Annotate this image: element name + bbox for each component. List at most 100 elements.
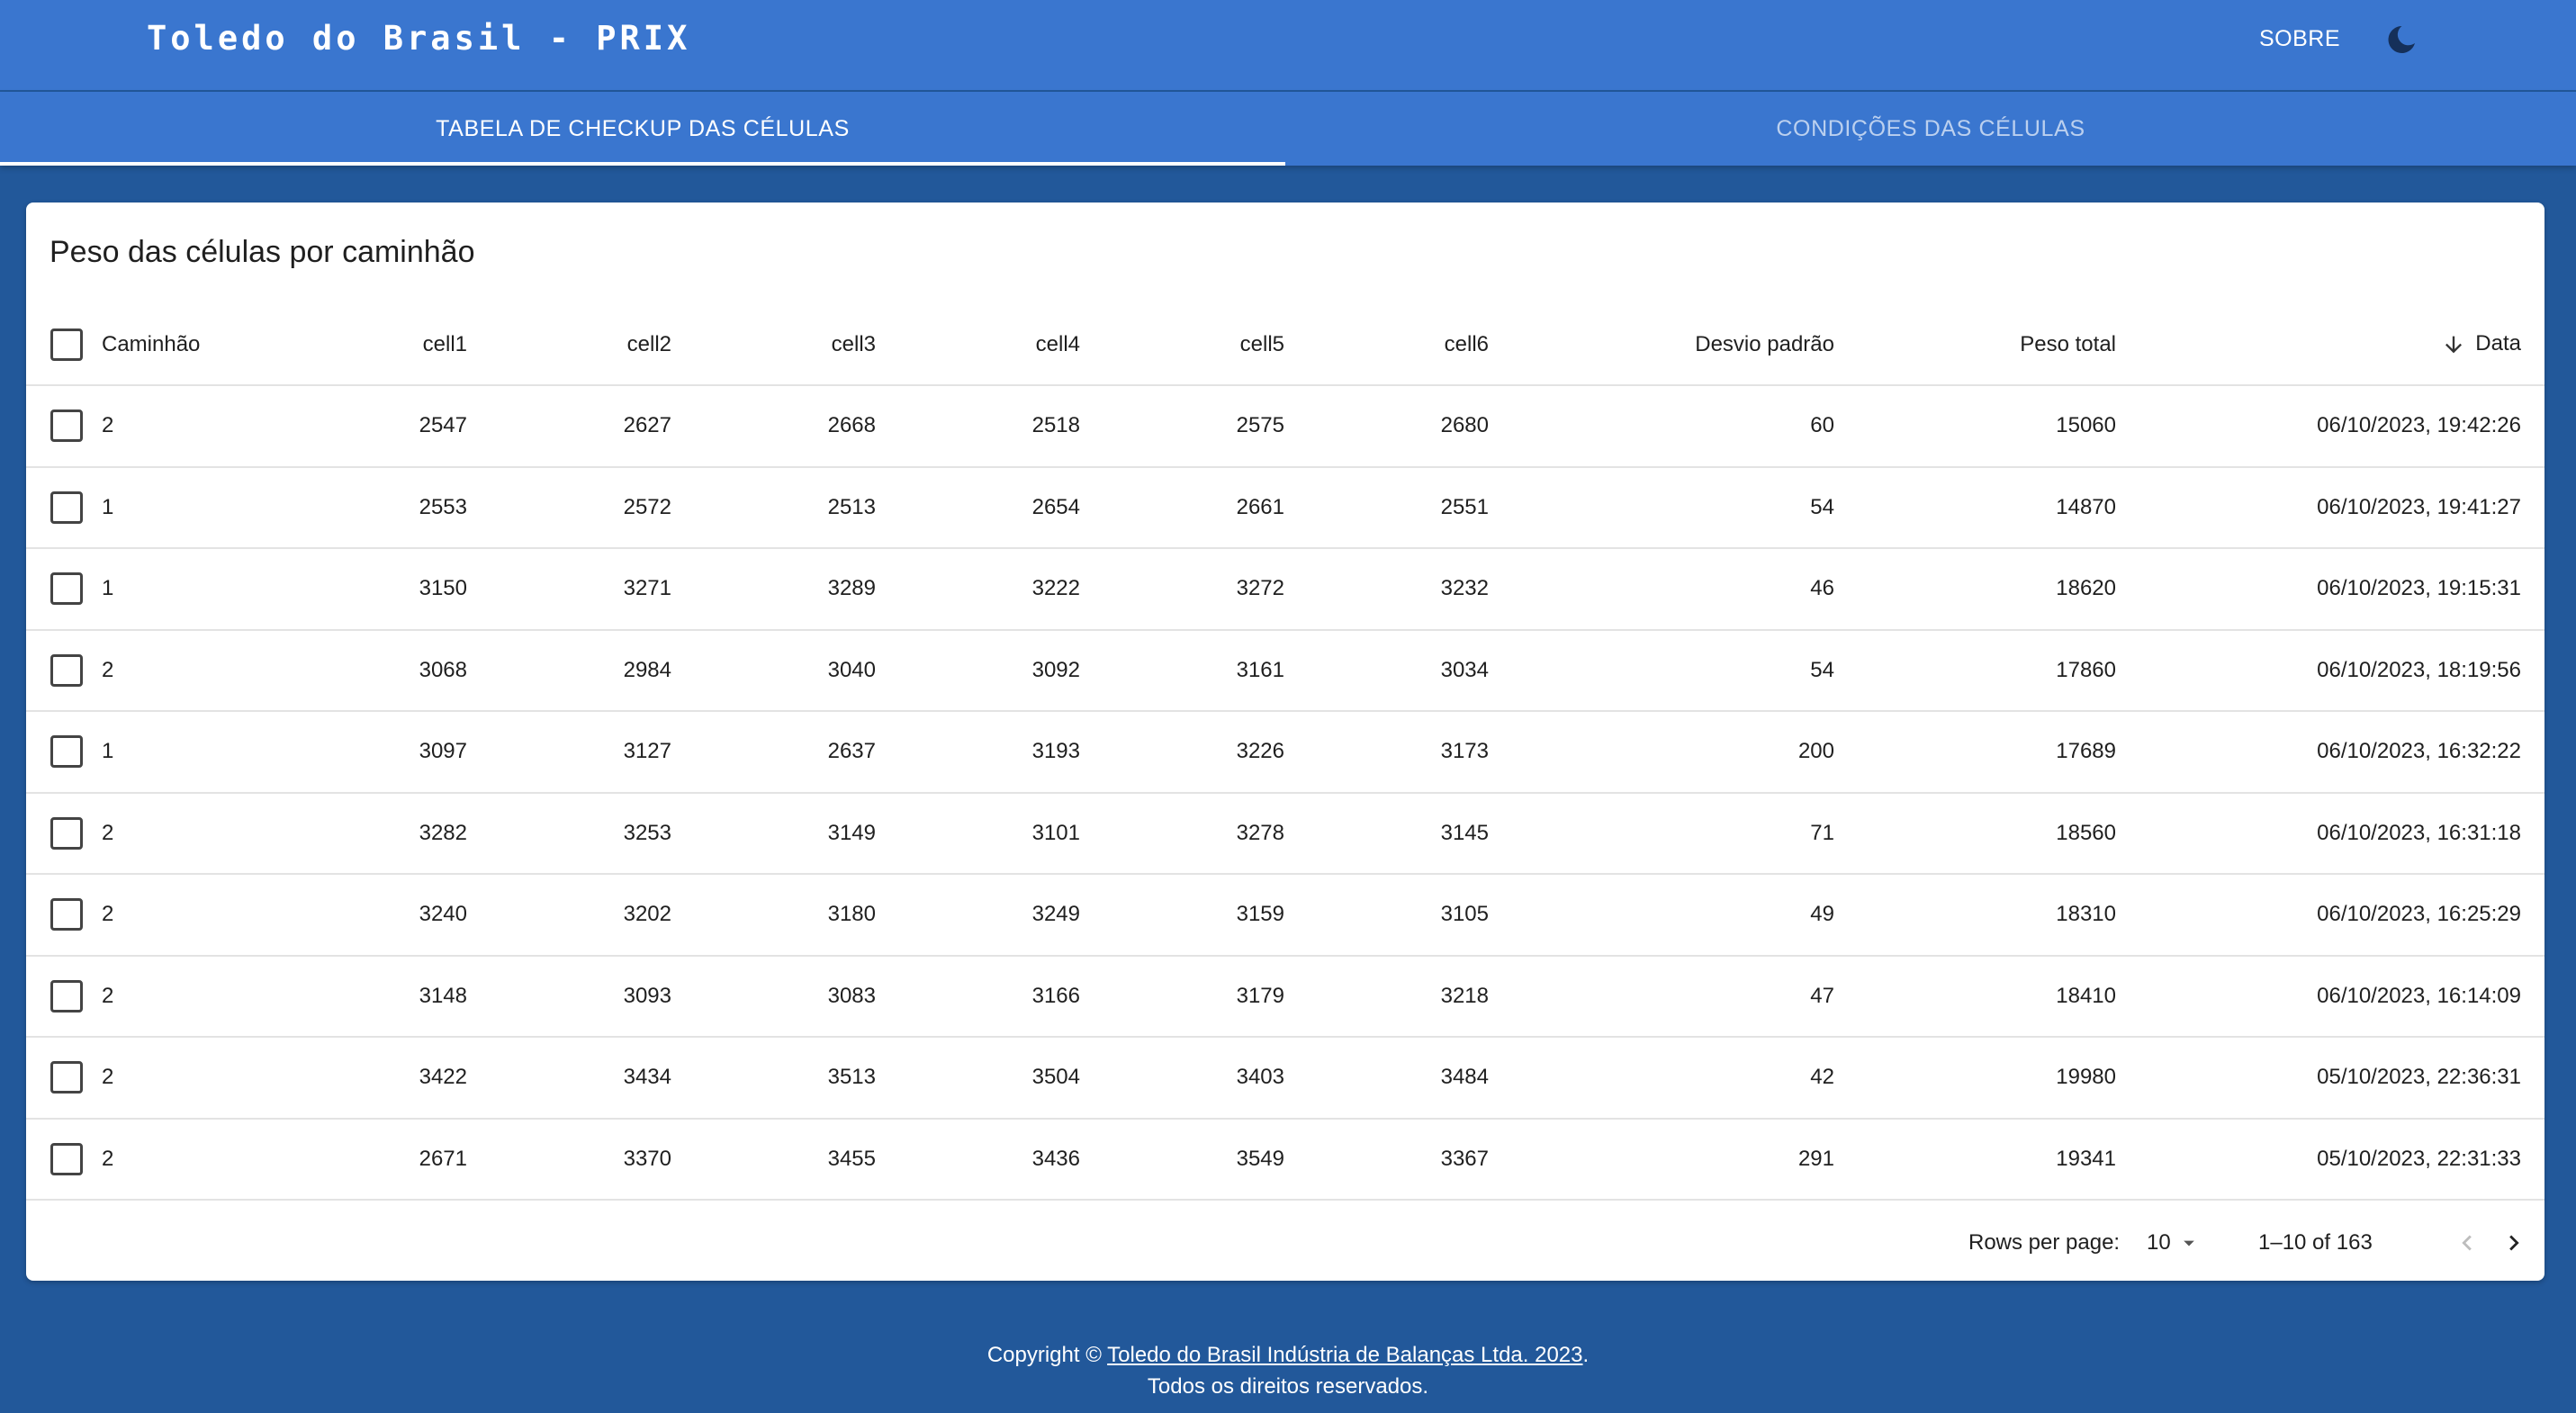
cell-value-cell3: 3083 (671, 955, 876, 1038)
tab-cell-conditions[interactable]: CONDIÇÕES DAS CÉLULAS (1285, 92, 2576, 166)
table-row[interactable]: 1 3150 3271 3289 3222 3272 3232 46 18620 06/10/20… (26, 548, 2544, 631)
row-checkbox[interactable] (50, 816, 83, 850)
next-page-button[interactable] (2492, 1221, 2535, 1264)
cell-value-cell3: 3513 (671, 1037, 876, 1120)
cell-value-cell4: 2518 (876, 385, 1080, 468)
rows-per-page-value: 10 (2147, 1230, 2171, 1255)
row-checkbox-cell (26, 1118, 102, 1201)
table-row[interactable]: 2 3148 3093 3083 3166 3179 3218 47 18410 06/10/20… (26, 955, 2544, 1038)
cell-value-cell1: 3097 (264, 711, 467, 794)
cell-desvio-padrao: 47 (1489, 955, 1834, 1038)
column-header-cell1[interactable]: cell1 (264, 304, 467, 386)
theme-toggle-button[interactable] (2378, 16, 2425, 63)
cell-data: 06/10/2023, 16:25:29 (2116, 874, 2544, 957)
cell-caminhao: 2 (102, 385, 264, 468)
row-checkbox[interactable] (50, 653, 83, 687)
cell-data: 05/10/2023, 22:31:33 (2116, 1118, 2544, 1201)
column-header-cell4[interactable]: cell4 (876, 304, 1080, 386)
cell-value-cell3: 2637 (671, 711, 876, 794)
cell-weights-table: Caminhão cell1 cell2 cell3 cell4 cell5 c… (26, 304, 2544, 1201)
cell-peso-total: 15060 (1834, 385, 2116, 468)
select-all-checkbox[interactable] (50, 328, 83, 361)
cell-caminhao: 1 (102, 711, 264, 794)
table-row[interactable]: 2 2671 3370 3455 3436 3549 3367 291 19341 05/10/2… (26, 1118, 2544, 1201)
cell-value-cell4: 3193 (876, 711, 1080, 794)
row-checkbox[interactable] (50, 735, 83, 769)
cell-caminhao: 2 (102, 1037, 264, 1120)
row-checkbox[interactable] (50, 572, 83, 606)
cell-value-cell1: 3240 (264, 874, 467, 957)
cell-value-cell2: 3253 (467, 792, 671, 875)
row-checkbox-cell (26, 711, 102, 794)
cell-desvio-padrao: 42 (1489, 1037, 1834, 1120)
cell-peso-total: 18410 (1834, 955, 2116, 1038)
cell-value-cell5: 3272 (1080, 548, 1284, 631)
cell-desvio-padrao: 291 (1489, 1118, 1834, 1201)
row-checkbox[interactable] (50, 1142, 83, 1175)
previous-page-button[interactable] (2445, 1221, 2489, 1264)
copyright-suffix: . (1582, 1343, 1590, 1367)
table-row[interactable]: 1 2553 2572 2513 2654 2661 2551 54 14870 06/10/20… (26, 466, 2544, 549)
rights-line: Todos os direitos reservados. (1147, 1374, 1429, 1399)
row-checkbox[interactable] (50, 1061, 83, 1094)
cell-value-cell5: 3549 (1080, 1118, 1284, 1201)
cell-value-cell6: 3232 (1284, 548, 1489, 631)
cell-peso-total: 18560 (1834, 792, 2116, 875)
row-checkbox[interactable] (50, 898, 83, 932)
row-checkbox-cell (26, 955, 102, 1038)
cell-data: 06/10/2023, 16:14:09 (2116, 955, 2544, 1038)
cell-value-cell2: 2572 (467, 466, 671, 549)
cell-value-cell2: 3271 (467, 548, 671, 631)
column-header-data[interactable]: Data (2116, 304, 2544, 386)
column-header-peso-total[interactable]: Peso total (1834, 304, 2116, 386)
row-checkbox[interactable] (50, 979, 83, 1012)
cell-data: 06/10/2023, 16:31:18 (2116, 792, 2544, 875)
column-header-cell2[interactable]: cell2 (467, 304, 671, 386)
row-checkbox[interactable] (50, 490, 83, 524)
cell-value-cell6: 3218 (1284, 955, 1489, 1038)
caret-down-icon (2183, 1240, 2194, 1246)
cell-peso-total: 14870 (1834, 466, 2116, 549)
cell-value-cell1: 3068 (264, 629, 467, 712)
tab-label: CONDIÇÕES DAS CÉLULAS (1776, 115, 2085, 141)
cell-value-cell1: 3422 (264, 1037, 467, 1120)
cell-data: 06/10/2023, 19:41:27 (2116, 466, 2544, 549)
cell-value-cell3: 3289 (671, 548, 876, 631)
table-row[interactable]: 2 3282 3253 3149 3101 3278 3145 71 18560 06/10/20… (26, 792, 2544, 875)
rows-per-page-select[interactable]: 10 (2147, 1225, 2210, 1261)
cell-desvio-padrao: 200 (1489, 711, 1834, 794)
cell-value-cell5: 3403 (1080, 1037, 1284, 1120)
arrow-down-icon (2445, 336, 2463, 354)
cell-value-cell4: 3504 (876, 1037, 1080, 1120)
chevron-right-icon (2509, 1235, 2519, 1251)
cell-value-cell5: 3278 (1080, 792, 1284, 875)
tab-label: TABELA DE CHECKUP DAS CÉLULAS (436, 115, 850, 141)
table-row[interactable]: 2 3240 3202 3180 3249 3159 3105 49 18310 06/10/20… (26, 874, 2544, 957)
column-header-cell3[interactable]: cell3 (671, 304, 876, 386)
cell-value-cell6: 3367 (1284, 1118, 1489, 1201)
row-checkbox[interactable] (50, 410, 83, 443)
row-checkbox-cell (26, 792, 102, 875)
table-row[interactable]: 2 3422 3434 3513 3504 3403 3484 42 19980 05/10/20… (26, 1037, 2544, 1120)
cell-value-cell3: 3040 (671, 629, 876, 712)
cell-caminhao: 2 (102, 955, 264, 1038)
column-header-caminhao[interactable]: Caminhão (102, 304, 264, 386)
pagination-bar: Rows per page: 10 1–10 of 163 (26, 1205, 2544, 1281)
data-table-card: Peso das células por caminhão Caminhão c… (26, 202, 2544, 1281)
column-header-cell6[interactable]: cell6 (1284, 304, 1489, 386)
column-header-desvio-padrao[interactable]: Desvio padrão (1489, 304, 1834, 386)
cell-desvio-padrao: 60 (1489, 385, 1834, 468)
column-header-cell5[interactable]: cell5 (1080, 304, 1284, 386)
cell-value-cell6: 2551 (1284, 466, 1489, 549)
cell-value-cell2: 3127 (467, 711, 671, 794)
about-button[interactable]: SOBRE (2247, 16, 2353, 61)
cell-value-cell1: 2547 (264, 385, 467, 468)
cell-data: 06/10/2023, 18:19:56 (2116, 629, 2544, 712)
tab-checkup-table[interactable]: TABELA DE CHECKUP DAS CÉLULAS (0, 92, 1285, 166)
cell-value-cell6: 3034 (1284, 629, 1489, 712)
table-row[interactable]: 1 3097 3127 2637 3193 3226 3173 200 17689 06/10/2… (26, 711, 2544, 794)
table-row[interactable]: 2 2547 2627 2668 2518 2575 2680 60 15060 06/10/20… (26, 385, 2544, 468)
table-row[interactable]: 2 3068 2984 3040 3092 3161 3034 54 17860 06/10/20… (26, 629, 2544, 712)
company-link[interactable]: Toledo do Brasil Indústria de Balanças L… (1107, 1343, 1582, 1367)
cell-data: 06/10/2023, 19:42:26 (2116, 385, 2544, 468)
